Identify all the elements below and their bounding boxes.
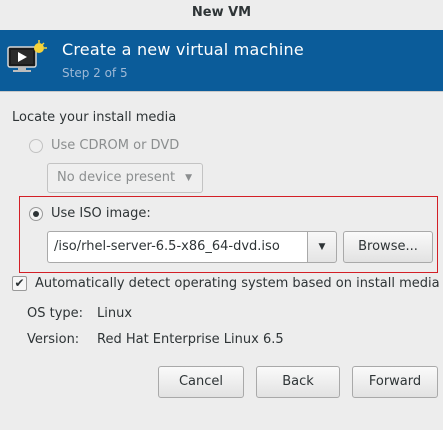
iso-radio-label[interactable]: Use ISO image: — [51, 206, 151, 221]
version-label: Version: — [27, 332, 80, 347]
os-type-value: Linux — [97, 306, 133, 321]
auto-detect-checkbox[interactable]: ✔ — [12, 276, 27, 291]
wizard-banner: Create a new virtual machine Step 2 of 5 — [0, 30, 443, 91]
cdrom-radio[interactable] — [29, 139, 43, 153]
checkmark-icon: ✔ — [14, 276, 25, 290]
iso-history-dropdown[interactable]: ▼ — [307, 231, 337, 263]
install-media-heading: Locate your install media — [12, 110, 177, 125]
monitor-play-icon — [6, 39, 50, 79]
window-title: New VM — [0, 0, 443, 28]
auto-detect-label[interactable]: Automatically detect operating system ba… — [35, 276, 440, 291]
cdrom-device-dropdown[interactable]: No device present ▼ — [47, 163, 203, 193]
back-button[interactable]: Back — [256, 366, 340, 398]
chevron-down-icon: ▼ — [185, 173, 192, 183]
os-type-label: OS type: — [27, 306, 84, 321]
browse-button[interactable]: Browse... — [343, 231, 433, 263]
cancel-button[interactable]: Cancel — [158, 366, 244, 398]
iso-radio[interactable] — [29, 207, 43, 221]
forward-button[interactable]: Forward — [352, 366, 438, 398]
banner-divider — [0, 91, 443, 92]
cdrom-radio-label[interactable]: Use CDROM or DVD — [51, 138, 179, 153]
cdrom-device-value: No device present — [57, 170, 176, 185]
banner-title: Create a new virtual machine — [62, 40, 304, 59]
chevron-down-icon: ▼ — [318, 242, 326, 252]
version-value: Red Hat Enterprise Linux 6.5 — [97, 332, 284, 347]
step-indicator: Step 2 of 5 — [62, 66, 128, 80]
iso-path-input[interactable]: /iso/rhel-server-6.5-x86_64-dvd.iso — [47, 231, 307, 263]
